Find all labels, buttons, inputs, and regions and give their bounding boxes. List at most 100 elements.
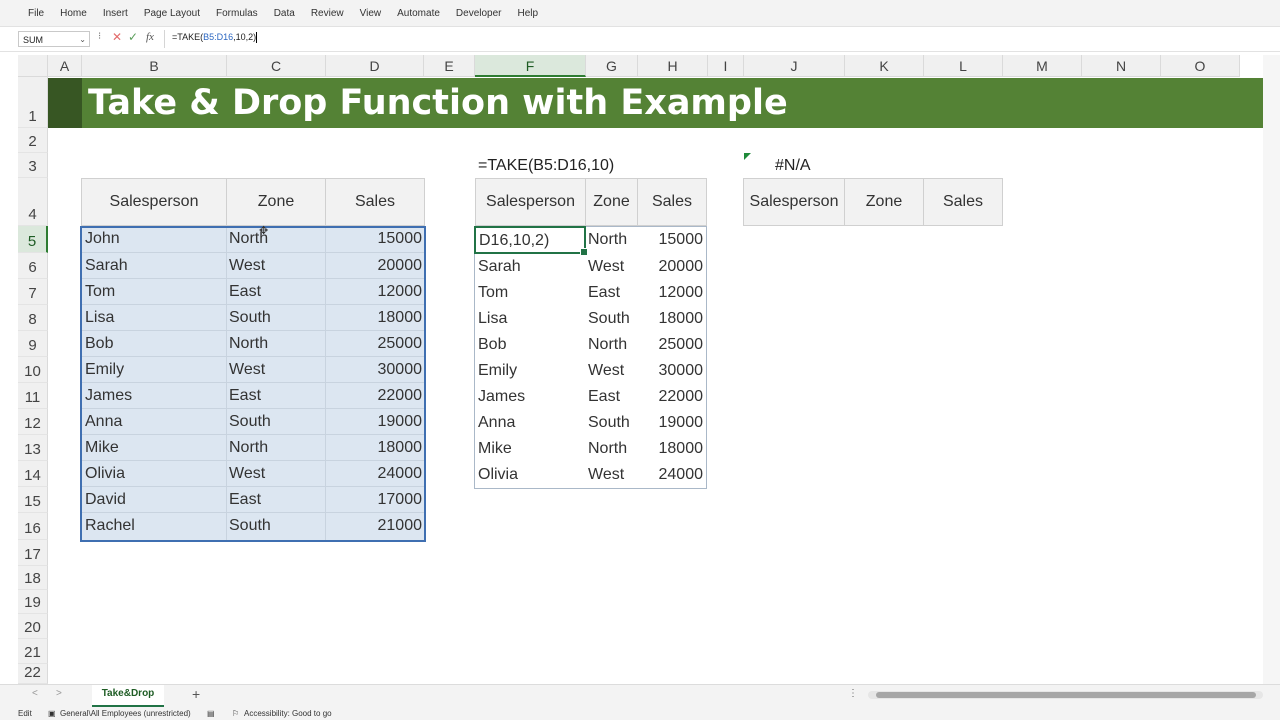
source-salesperson[interactable]: Tom bbox=[85, 283, 115, 301]
take-zone[interactable]: East bbox=[588, 284, 620, 302]
take-sales[interactable]: 24000 bbox=[640, 466, 704, 484]
source-sales[interactable]: 30000 bbox=[328, 361, 423, 379]
menu-item-view[interactable]: View bbox=[360, 8, 382, 19]
take-zone[interactable]: North bbox=[588, 440, 627, 458]
source-salesperson[interactable]: James bbox=[85, 387, 132, 405]
take-zone[interactable]: West bbox=[588, 258, 624, 276]
name-box[interactable]: SUM ⌄ bbox=[18, 31, 90, 47]
take-salesperson[interactable]: James bbox=[478, 388, 525, 406]
take-sales[interactable]: 22000 bbox=[640, 388, 704, 406]
take-salesperson[interactable]: Sarah bbox=[478, 258, 521, 276]
row-header-15[interactable]: 15 bbox=[18, 487, 48, 513]
source-salesperson[interactable]: Anna bbox=[85, 413, 122, 431]
take-salesperson[interactable]: Tom bbox=[478, 284, 508, 302]
row-header-9[interactable]: 9 bbox=[18, 331, 48, 357]
column-header-d[interactable]: D bbox=[326, 55, 424, 77]
chevron-down-icon[interactable]: ⌄ bbox=[79, 32, 86, 48]
source-sales[interactable]: 24000 bbox=[328, 465, 423, 483]
column-header-b[interactable]: B bbox=[82, 55, 227, 77]
source-salesperson[interactable]: John bbox=[85, 230, 120, 248]
row-header-7[interactable]: 7 bbox=[18, 279, 48, 305]
source-zone[interactable]: South bbox=[229, 517, 271, 535]
source-zone[interactable]: West bbox=[229, 361, 265, 379]
take-sales[interactable]: 19000 bbox=[640, 414, 704, 432]
row-header-14[interactable]: 14 bbox=[18, 461, 48, 487]
take-sales[interactable]: 30000 bbox=[640, 362, 704, 380]
column-header-a[interactable]: A bbox=[48, 55, 82, 77]
fill-handle[interactable] bbox=[580, 248, 588, 256]
menu-item-page-layout[interactable]: Page Layout bbox=[144, 8, 200, 19]
menu-item-home[interactable]: Home bbox=[60, 8, 87, 19]
column-header-h[interactable]: H bbox=[638, 55, 708, 77]
take-salesperson[interactable]: Olivia bbox=[478, 466, 518, 484]
source-salesperson[interactable]: Olivia bbox=[85, 465, 125, 483]
row-header-3[interactable]: 3 bbox=[18, 153, 48, 178]
cancel-icon[interactable]: ✕ bbox=[112, 30, 122, 44]
column-header-n[interactable]: N bbox=[1082, 55, 1161, 77]
source-zone[interactable]: South bbox=[229, 413, 271, 431]
source-sales[interactable]: 17000 bbox=[328, 491, 423, 509]
source-zone[interactable]: South bbox=[229, 309, 271, 327]
row-header-12[interactable]: 12 bbox=[18, 409, 48, 435]
row-header-22[interactable]: 22 bbox=[18, 664, 48, 684]
column-header-g[interactable]: G bbox=[586, 55, 638, 77]
source-zone[interactable]: East bbox=[229, 283, 261, 301]
error-indicator-icon[interactable] bbox=[744, 153, 751, 160]
menu-item-review[interactable]: Review bbox=[311, 8, 344, 19]
take-sales[interactable]: 12000 bbox=[640, 284, 704, 302]
row-header-5[interactable]: 5 bbox=[18, 226, 48, 253]
take-salesperson[interactable]: Bob bbox=[478, 336, 506, 354]
insert-function-icon[interactable]: fx bbox=[146, 31, 154, 43]
menu-item-automate[interactable]: Automate bbox=[397, 8, 440, 19]
active-cell-F5[interactable]: D16,10,2) bbox=[474, 226, 588, 256]
take-zone[interactable]: North bbox=[588, 336, 627, 354]
source-zone[interactable]: West bbox=[229, 465, 265, 483]
source-zone[interactable]: East bbox=[229, 491, 261, 509]
next-sheet-icon[interactable]: > bbox=[56, 688, 62, 699]
take-zone[interactable]: South bbox=[588, 414, 630, 432]
menu-item-file[interactable]: File bbox=[28, 8, 44, 19]
take-salesperson[interactable]: Emily bbox=[478, 362, 517, 380]
take-sales[interactable]: 18000 bbox=[640, 310, 704, 328]
menu-item-formulas[interactable]: Formulas bbox=[216, 8, 258, 19]
column-header-k[interactable]: K bbox=[845, 55, 924, 77]
column-header-c[interactable]: C bbox=[227, 55, 326, 77]
column-header-j[interactable]: J bbox=[744, 55, 845, 77]
sensitivity-icon[interactable]: ▣ bbox=[48, 709, 56, 718]
source-zone[interactable]: North bbox=[229, 439, 268, 457]
horizontal-scrollbar[interactable] bbox=[868, 691, 1263, 699]
macro-icon[interactable]: ▤ bbox=[207, 709, 215, 718]
take-zone[interactable]: South bbox=[588, 310, 630, 328]
column-header-f[interactable]: F bbox=[475, 55, 586, 77]
row-header-1[interactable]: 1 bbox=[18, 77, 48, 128]
menu-item-data[interactable]: Data bbox=[274, 8, 295, 19]
menu-item-insert[interactable]: Insert bbox=[103, 8, 128, 19]
add-sheet-icon[interactable]: + bbox=[192, 686, 200, 702]
source-salesperson[interactable]: David bbox=[85, 491, 126, 509]
menu-item-developer[interactable]: Developer bbox=[456, 8, 502, 19]
take-salesperson[interactable]: Lisa bbox=[478, 310, 507, 328]
source-sales[interactable]: 15000 bbox=[328, 230, 423, 248]
take-zone[interactable]: West bbox=[588, 466, 624, 484]
formula-input[interactable]: =TAKE(B5:D16,10,2) bbox=[172, 32, 258, 44]
row-header-18[interactable]: 18 bbox=[18, 566, 48, 590]
scroll-thumb[interactable] bbox=[876, 692, 1256, 698]
row-header-11[interactable]: 11 bbox=[18, 383, 48, 409]
source-sales[interactable]: 19000 bbox=[328, 413, 423, 431]
source-sales[interactable]: 18000 bbox=[328, 309, 423, 327]
status-accessibility[interactable]: Accessibility: Good to go bbox=[244, 709, 332, 718]
row-header-20[interactable]: 20 bbox=[18, 614, 48, 639]
row-header-13[interactable]: 13 bbox=[18, 435, 48, 461]
take-zone[interactable]: North bbox=[588, 231, 627, 249]
source-zone[interactable]: West bbox=[229, 257, 265, 275]
accessibility-icon[interactable]: ⚐ bbox=[232, 709, 239, 718]
select-all-corner[interactable] bbox=[18, 55, 48, 77]
take-zone[interactable]: West bbox=[588, 362, 624, 380]
sheet-tab-takedrop[interactable]: Take&Drop bbox=[92, 685, 164, 708]
row-header-17[interactable]: 17 bbox=[18, 540, 48, 566]
prev-sheet-icon[interactable]: < bbox=[32, 688, 38, 699]
source-salesperson[interactable]: Emily bbox=[85, 361, 124, 379]
source-sales[interactable]: 22000 bbox=[328, 387, 423, 405]
take-sales[interactable]: 25000 bbox=[640, 336, 704, 354]
source-salesperson[interactable]: Bob bbox=[85, 335, 113, 353]
